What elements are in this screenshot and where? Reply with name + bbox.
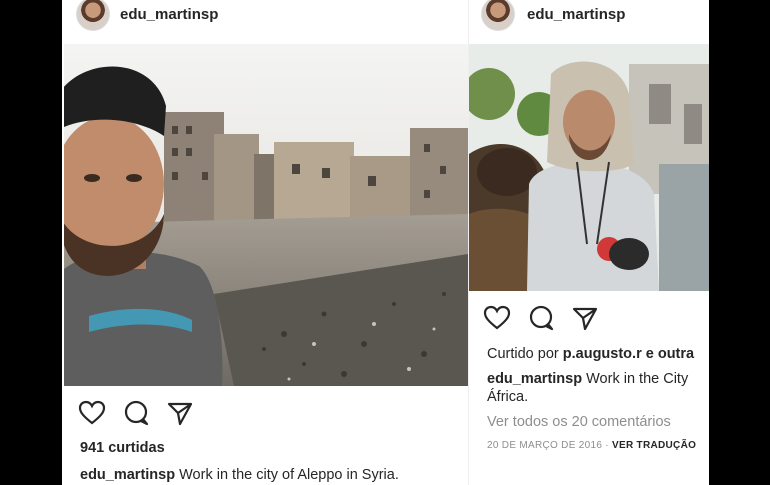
action-bar — [78, 399, 194, 427]
reporter-photo — [469, 44, 709, 291]
post-meta: 20 DE MARÇO DE 2016 · VER TRADUÇÃO — [487, 440, 696, 451]
meta-separator: · — [605, 440, 609, 451]
post-photo[interactable] — [64, 44, 468, 386]
avatar[interactable] — [76, 0, 110, 31]
action-bar — [483, 304, 599, 332]
translate-link[interactable]: VER TRADUÇÃO — [612, 440, 696, 451]
comment-icon[interactable] — [527, 304, 555, 332]
likes-count[interactable]: 941 curtidas — [80, 440, 165, 456]
caption-username[interactable]: edu_martinsp — [487, 371, 582, 387]
caption-text: Work in the City — [586, 371, 689, 387]
heart-icon[interactable] — [483, 304, 511, 332]
caption-text: Work in the city of Aleppo in Syria. — [179, 467, 399, 483]
post-photo[interactable] — [469, 44, 709, 291]
caption-username[interactable]: edu_martinsp — [80, 467, 175, 483]
share-icon[interactable] — [571, 304, 599, 332]
post-username[interactable]: edu_martinsp — [120, 6, 218, 23]
liked-by-user[interactable]: p.augusto.r — [563, 346, 642, 362]
aleppo-photo — [64, 44, 468, 386]
liked-by-prefix: Curtido por — [487, 346, 559, 362]
left-post: edu_martinsp 941 curtidas edu_martinsp W… — [62, 0, 468, 485]
post-username[interactable]: edu_martinsp — [527, 6, 625, 23]
post-caption: edu_martinsp Work in the City — [487, 371, 688, 387]
liked-by-suffix[interactable]: e outra — [646, 346, 694, 362]
avatar[interactable] — [481, 0, 515, 31]
right-post: edu_martinsp Curtido por p.augusto.r e o… — [468, 0, 709, 485]
heart-icon[interactable] — [78, 399, 106, 427]
comment-icon[interactable] — [122, 399, 150, 427]
post-caption: edu_martinsp Work in the city of Aleppo … — [80, 467, 399, 483]
post-date: 20 DE MARÇO DE 2016 — [487, 440, 603, 451]
view-comments-link[interactable]: Ver todos os 20 comentários — [487, 414, 671, 430]
share-icon[interactable] — [166, 399, 194, 427]
caption-line-2: África. — [487, 389, 529, 405]
liked-by: Curtido por p.augusto.r e outra — [487, 346, 694, 362]
